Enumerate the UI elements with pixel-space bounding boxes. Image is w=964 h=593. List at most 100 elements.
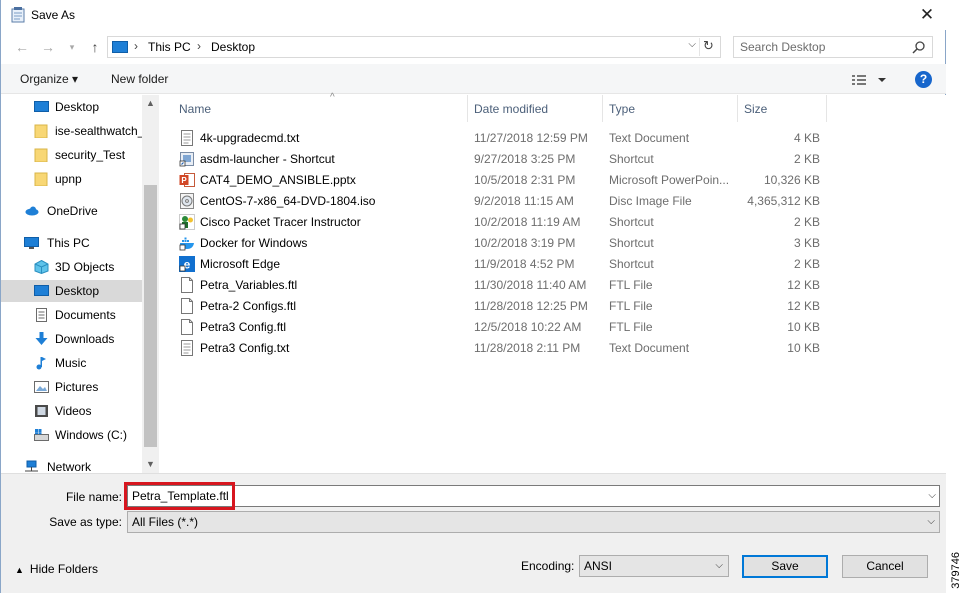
sidebar-item-pictures[interactable]: Pictures — [1, 376, 142, 398]
breadcrumb-separator-icon: › — [134, 39, 138, 53]
help-icon: ? — [919, 72, 928, 86]
column-header-date-modified[interactable]: Date modified — [468, 95, 603, 122]
cloud-icon — [25, 206, 39, 216]
drive-icon — [34, 429, 49, 441]
chevron-up-icon: ▲ — [15, 565, 24, 575]
file-size: 10 KB — [787, 320, 820, 334]
command-bar: Organize ▾ New folder ? — [1, 64, 946, 94]
file-date: 11/28/2018 12:25 PM — [474, 299, 588, 313]
packet-tracer-icon — [179, 214, 195, 230]
column-header-name[interactable]: ^ Name — [173, 92, 468, 122]
file-size: 12 KB — [787, 299, 820, 313]
view-options-icon[interactable] — [851, 72, 891, 88]
back-button[interactable]: ← — [13, 38, 31, 56]
file-row[interactable]: asdm-launcher - Shortcut 9/27/2018 3:25 … — [177, 148, 827, 169]
file-date: 10/5/2018 2:31 PM — [474, 173, 576, 187]
sidebar-item-security-test[interactable]: security_Test — [1, 144, 142, 166]
sort-ascending-icon: ^ — [330, 92, 335, 103]
sidebar-item-videos[interactable]: Videos — [1, 400, 142, 422]
file-size: 10,326 KB — [763, 173, 820, 187]
chevron-down-icon: ⌵ — [715, 560, 723, 571]
hide-folders-button[interactable]: ▲ Hide Folders — [15, 562, 98, 576]
video-icon — [35, 405, 48, 417]
column-header-label: Size — [744, 102, 768, 116]
file-name-combobox[interactable]: ⌵ — [127, 485, 940, 507]
svg-text:P: P — [181, 176, 187, 185]
arrow-left-icon: ← — [15, 39, 29, 55]
file-row[interactable]: Cisco Packet Tracer Instructor 10/2/2018… — [177, 211, 827, 232]
address-bar[interactable]: › This PC › Desktop ⌵ ↻ — [107, 36, 721, 58]
forward-button[interactable]: → — [39, 38, 57, 56]
breadcrumb-this-pc[interactable]: This PC — [148, 40, 191, 54]
sidebar-item-downloads[interactable]: Downloads — [1, 328, 142, 350]
file-row[interactable]: Petra3 Config.txt 11/28/2018 2:11 PM Tex… — [177, 337, 827, 358]
file-name-input[interactable] — [132, 487, 912, 505]
file-date: 9/27/2018 3:25 PM — [474, 152, 576, 166]
sidebar-item-this-pc[interactable]: This PC — [1, 232, 142, 254]
file-row[interactable]: e Microsoft Edge 11/9/2018 4:52 PM Short… — [177, 253, 827, 274]
scrollbar-thumb[interactable] — [144, 185, 157, 447]
sidebar-item-label: This PC — [47, 236, 90, 250]
file-date: 12/5/2018 10:22 AM — [474, 320, 582, 334]
close-button[interactable]: ✕ — [916, 4, 938, 26]
file-date: 11/28/2018 2:11 PM — [474, 341, 581, 355]
file-row[interactable]: P CAT4_DEMO_ANSIBLE.pptx 10/5/2018 2:31 … — [177, 169, 827, 190]
file-name: Petra3 Config.txt — [200, 341, 290, 355]
search-input[interactable] — [734, 37, 904, 57]
recent-locations-button[interactable]: ▾ — [63, 38, 81, 56]
chevron-down-icon[interactable]: ⌵ — [928, 490, 936, 501]
file-name: CAT4_DEMO_ANSIBLE.pptx — [200, 173, 356, 187]
sidebar-item-desktop[interactable]: Desktop — [1, 280, 142, 302]
sidebar-item-label: upnp — [55, 172, 82, 186]
column-header-size[interactable]: Size — [738, 95, 827, 122]
encoding-select[interactable]: ANSI ⌵ — [579, 555, 729, 577]
up-button[interactable]: ↑ — [86, 38, 104, 56]
sidebar-item-network[interactable]: Network — [1, 456, 142, 473]
computer-icon — [112, 41, 128, 53]
blank-file-icon — [181, 298, 193, 314]
save-button[interactable]: Save — [742, 555, 828, 578]
sidebar-item-label: Windows (C:) — [55, 428, 128, 442]
sidebar-item-desktop-quick[interactable]: Desktop — [1, 96, 142, 118]
docker-icon — [179, 237, 194, 251]
organize-button[interactable]: Organize ▾ — [20, 72, 78, 86]
sidebar-item-onedrive[interactable]: OneDrive — [1, 200, 142, 222]
blank-file-icon — [181, 277, 193, 293]
file-row[interactable]: Petra_Variables.ftl 11/30/2018 11:40 AM … — [177, 274, 827, 295]
search-box[interactable] — [733, 36, 933, 58]
sidebar-item-music[interactable]: Music — [1, 352, 142, 374]
file-row[interactable]: 4k-upgradecmd.txt 11/27/2018 12:59 PM Te… — [177, 127, 827, 148]
sidebar-scrollbar[interactable]: ▲ ▼ — [142, 95, 159, 473]
shortcut-icon — [179, 152, 194, 167]
file-date: 10/2/2018 11:19 AM — [474, 215, 581, 229]
save-as-type-select[interactable]: All Files (*.*) ⌵ — [127, 511, 940, 533]
new-folder-button[interactable]: New folder — [111, 72, 168, 86]
sidebar-item-label: Pictures — [55, 380, 99, 394]
file-type: Text Document — [609, 341, 690, 355]
sidebar-item-documents[interactable]: Documents — [1, 304, 142, 326]
desktop-icon — [34, 285, 49, 296]
sidebar-item-3d-objects[interactable]: 3D Objects — [1, 256, 142, 278]
breadcrumb-desktop[interactable]: Desktop — [211, 40, 255, 54]
help-button[interactable]: ? — [915, 71, 932, 88]
file-row[interactable]: Docker for Windows 10/2/2018 3:19 PM Sho… — [177, 232, 827, 253]
sidebar-item-ise-sealthwatch[interactable]: ise-sealthwatch_ — [1, 120, 144, 142]
sidebar-item-upnp[interactable]: upnp — [1, 168, 142, 190]
scroll-up-icon[interactable]: ▲ — [142, 95, 159, 112]
edge-icon: e — [179, 256, 195, 272]
file-type: Text Document — [609, 131, 690, 145]
sidebar-item-windows-c[interactable]: Windows (C:) — [1, 424, 142, 446]
file-type: Disc Image File — [609, 194, 692, 208]
refresh-icon[interactable]: ↻ — [699, 38, 717, 56]
file-row[interactable]: Petra-2 Configs.ftl 11/28/2018 12:25 PM … — [177, 295, 827, 316]
notepad-icon — [11, 7, 25, 23]
file-type: Shortcut — [609, 257, 654, 271]
hide-folders-label: Hide Folders — [29, 562, 98, 576]
cancel-button[interactable]: Cancel — [842, 555, 928, 578]
sidebar-item-label: Downloads — [55, 332, 115, 346]
file-row[interactable]: CentOS-7-x86_64-DVD-1804.iso 9/2/2018 11… — [177, 190, 827, 211]
scroll-down-icon[interactable]: ▼ — [142, 456, 159, 473]
column-header-type[interactable]: Type — [603, 95, 738, 122]
file-row[interactable]: Petra3 Config.ftl 12/5/2018 10:22 AM FTL… — [177, 316, 827, 337]
address-history-chevron-icon[interactable]: ⌵ — [688, 39, 696, 50]
